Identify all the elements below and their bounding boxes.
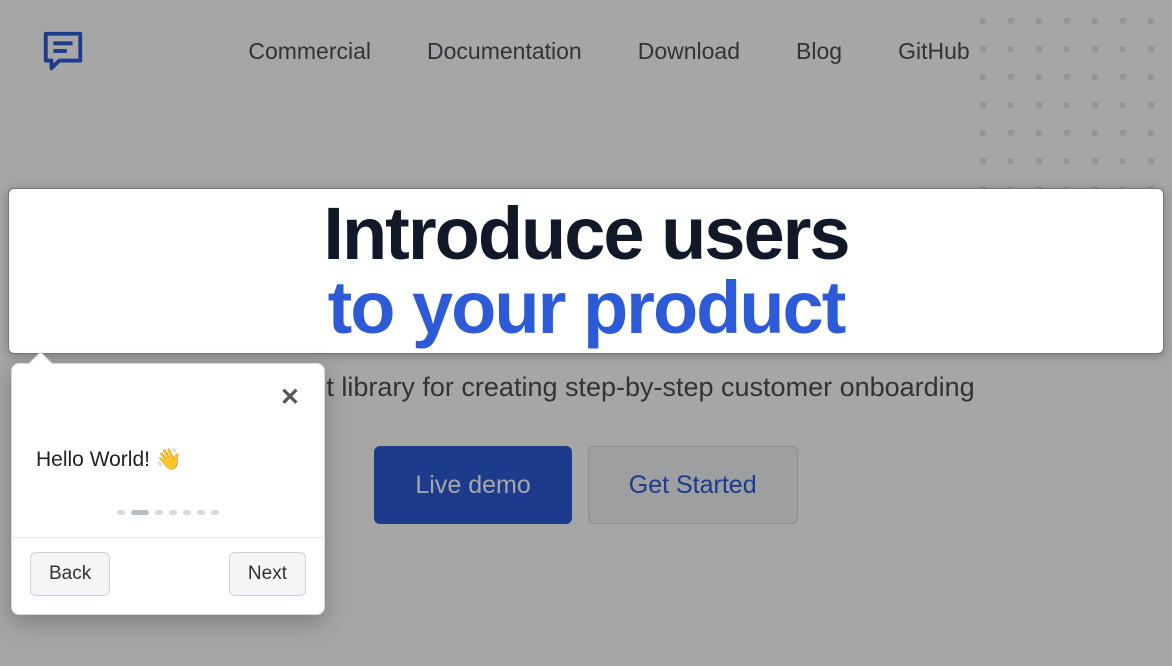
tour-step-indicator [12, 492, 324, 537]
tour-message: Hello World! 👋 [12, 364, 324, 492]
hero-highlight: Introduce users to your product [8, 188, 1164, 354]
tour-popover: ✕ Hello World! 👋 Back Next [11, 363, 325, 615]
hero-title: Introduce users to your product [323, 197, 848, 345]
tour-footer: Back Next [12, 537, 324, 614]
close-icon[interactable]: ✕ [280, 386, 300, 410]
hero-title-line1: Introduce users [323, 192, 848, 275]
next-button[interactable]: Next [229, 552, 306, 596]
hero-title-line2: to your product [328, 266, 845, 349]
back-button[interactable]: Back [30, 552, 110, 596]
